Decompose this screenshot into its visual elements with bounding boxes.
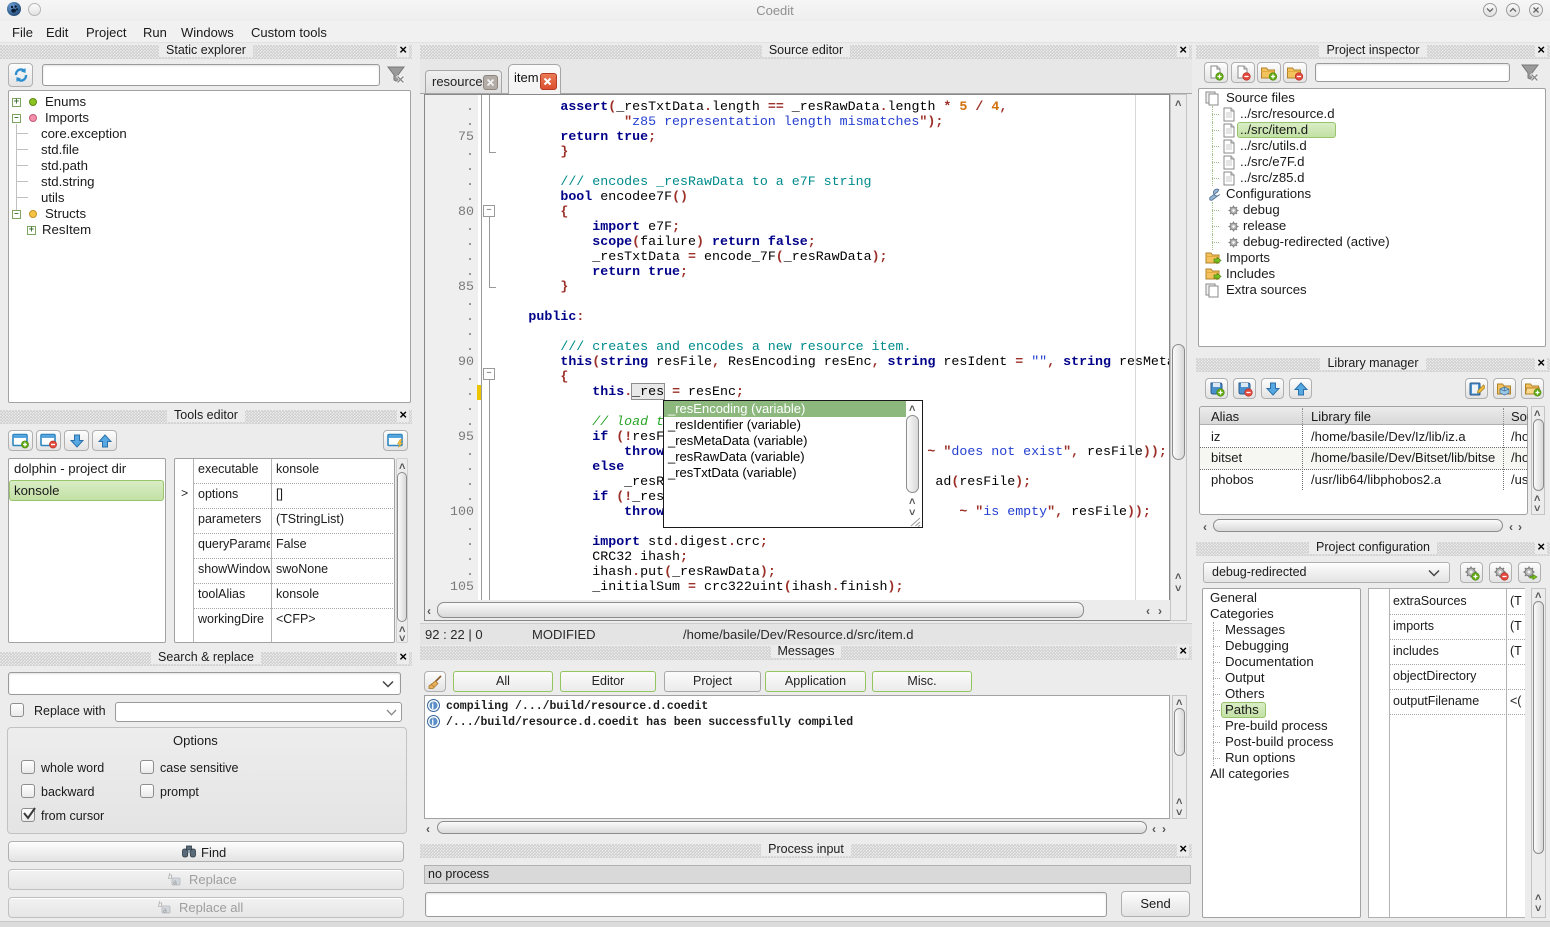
svg-text:a: a xyxy=(173,880,177,887)
svg-text:a: a xyxy=(163,908,167,915)
